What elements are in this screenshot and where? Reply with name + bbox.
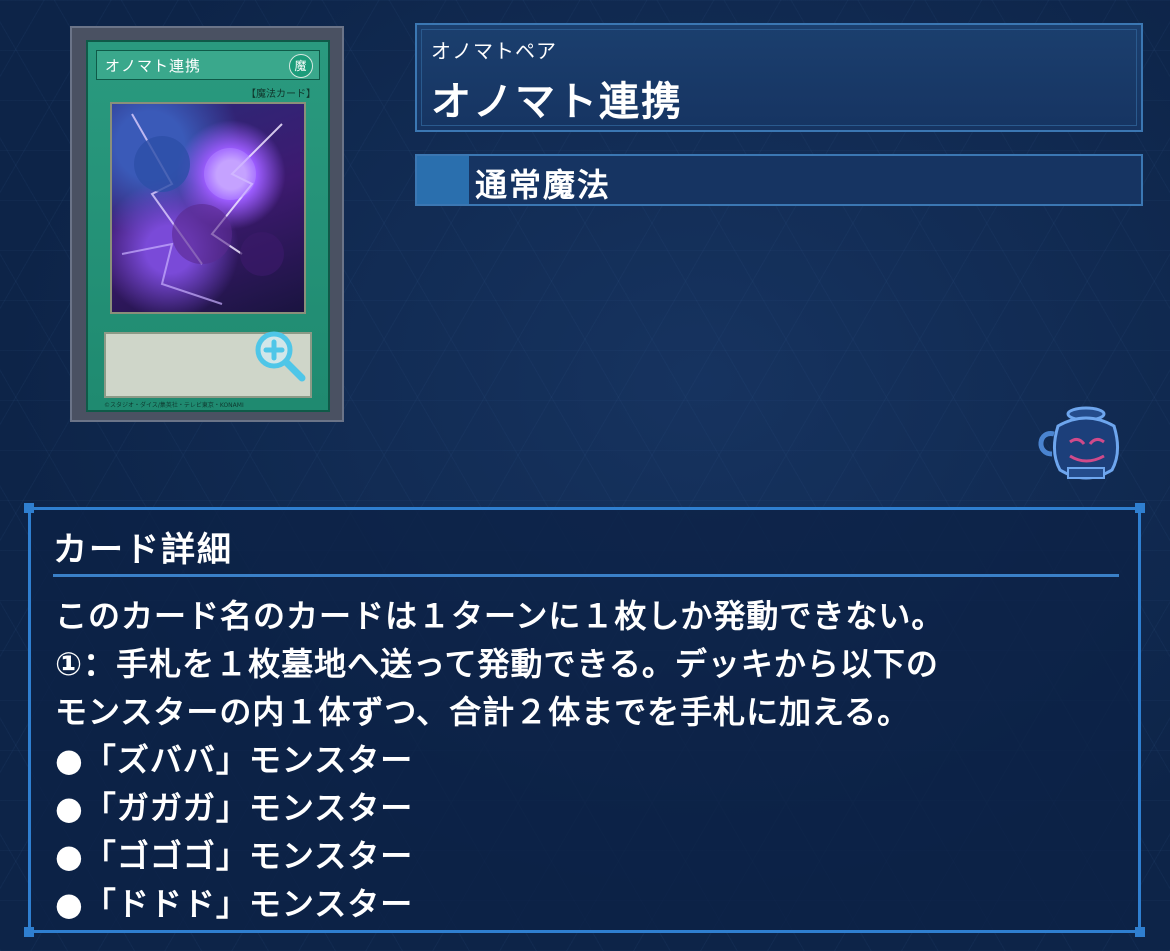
detail-divider xyxy=(53,574,1119,577)
artwork-lightning xyxy=(121,113,284,305)
card-name-title: オノマト連携 xyxy=(431,79,683,125)
magnifier-plus-icon[interactable] xyxy=(252,328,308,384)
card-artwork xyxy=(110,102,306,314)
effect-line: モンスターの内１体ずつ、合計２体までを手札に加える。 xyxy=(55,693,911,731)
panel-corner xyxy=(24,503,34,513)
card-type-label: 通常魔法 xyxy=(475,166,612,204)
card-effect-text: このカード名のカードは１ターンに１枚しか発動できない。 ①：手札を１枚墓地へ送っ… xyxy=(55,592,1121,928)
effect-line: ●「ズババ」モンスター xyxy=(55,741,414,779)
card-copyright: ©スタジオ・ダイス/集英社・テレビ東京・KONAMI xyxy=(104,402,244,409)
effect-line: ●「ゴゴゴ」モンスター xyxy=(55,837,414,875)
type-accent-block xyxy=(417,156,469,204)
card-name-reading: オノマトペア xyxy=(431,39,557,63)
effect-line: ①：手札を１枚墓地へ送って発動できる。デッキから以下の xyxy=(55,645,939,683)
panel-corner xyxy=(1135,927,1145,937)
panel-corner xyxy=(1135,503,1145,513)
effect-line: ●「ドドド」モンスター xyxy=(55,885,414,923)
effect-line: このカード名のカードは１ターンに１枚しか発動できない。 xyxy=(55,597,945,635)
card-image[interactable]: オノマト連携 魔 【魔法カード】 ©スタジオ・ダイス/集英社・テレビ東京・KON… xyxy=(70,26,344,422)
card-detail-header: カード詳細 xyxy=(53,530,233,570)
card-type-bar: 通常魔法 xyxy=(415,154,1143,206)
card-detail-panel: カード詳細 このカード名のカードは１ターンに１枚しか発動できない。 ①：手札を１… xyxy=(24,503,1145,937)
pot-of-greed-icon[interactable] xyxy=(1034,404,1122,484)
card-type-line: 【魔法カード】 xyxy=(246,89,316,100)
effect-line: ●「ガガガ」モンスター xyxy=(55,789,414,827)
card-name-text: オノマト連携 xyxy=(105,57,202,75)
panel-corner xyxy=(24,927,34,937)
spell-attribute-icon: 魔 xyxy=(289,54,313,78)
card-name-bar: オノマト連携 魔 xyxy=(96,50,320,80)
card-name-panel: オノマトペア オノマト連携 xyxy=(415,23,1143,132)
